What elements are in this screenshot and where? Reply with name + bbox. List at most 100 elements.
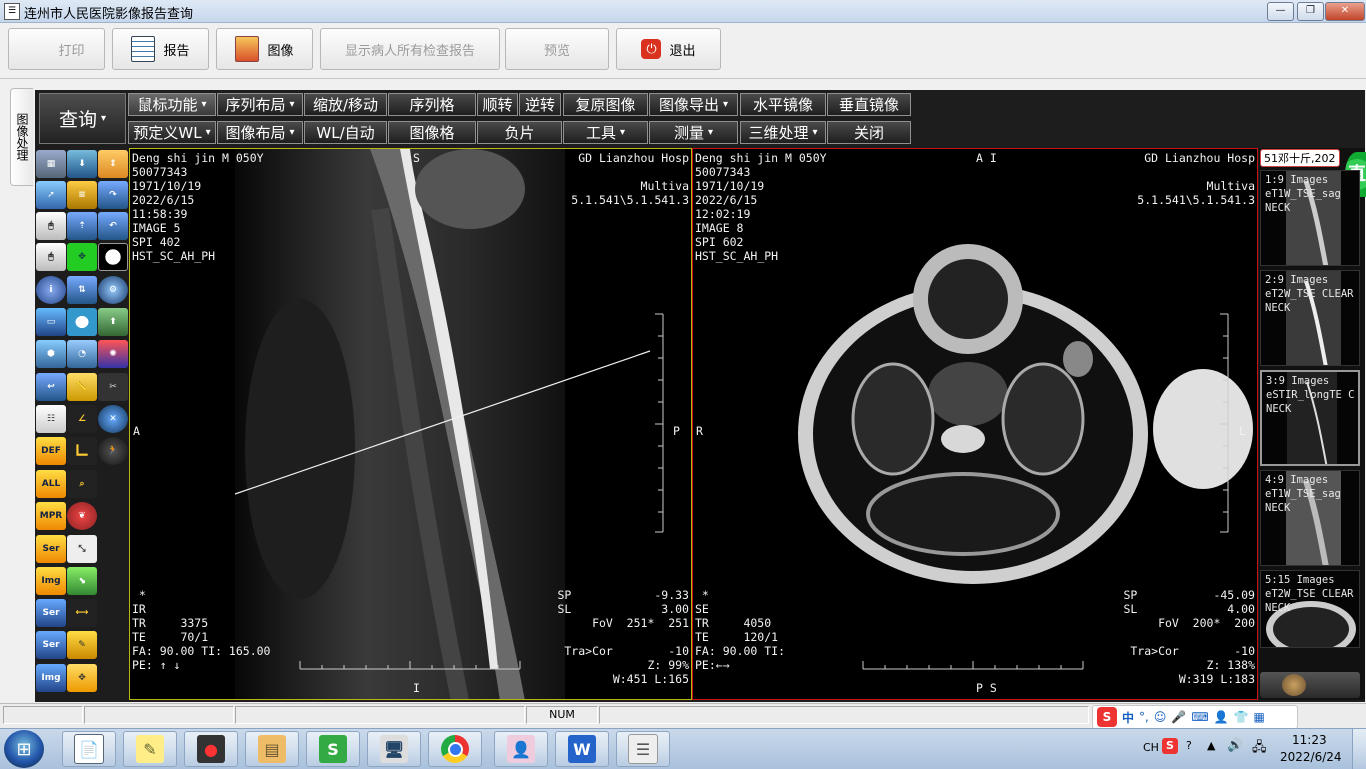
eye-icon[interactable] — [67, 308, 97, 336]
thumbnail-scrollbar[interactable] — [1260, 672, 1360, 698]
export-image-icon[interactable]: ⬆ — [98, 308, 128, 336]
clock-date[interactable]: 2022/6/24 — [1280, 750, 1342, 764]
view-rotate-icon[interactable]: ◔ — [67, 340, 97, 368]
thumbnail-series-3[interactable]: 3:9 Images eSTIR_longTE C NECK — [1260, 370, 1360, 466]
taskbar-app-4[interactable]: ▤ — [245, 731, 299, 767]
taskbar-app-8[interactable]: 👤 — [494, 731, 548, 767]
volume-icon[interactable]: 🔊 — [1227, 738, 1243, 753]
3d-processing-button[interactable]: 三维处理 — [740, 121, 826, 144]
taskbar-app-3[interactable]: ● — [184, 731, 238, 767]
clock-time[interactable]: 11:23 — [1292, 733, 1327, 747]
all-layout-icon[interactable]: ALL — [36, 470, 66, 498]
reset-image-button[interactable]: 复原图像 — [563, 93, 648, 116]
zoom-pan-icon[interactable]: ✥ — [67, 243, 97, 271]
taskbar-app-1[interactable]: 📄 — [62, 731, 116, 767]
vertical-mirror-button[interactable]: 垂直镜像 — [827, 93, 911, 116]
rotate-cw-button[interactable]: 顺转 — [477, 93, 518, 116]
prev-series-icon[interactable]: Ser — [36, 599, 66, 627]
taskbar-app-10[interactable]: ☰ — [616, 731, 670, 767]
minimize-button[interactable]: — — [1267, 2, 1294, 21]
thumbnail-series-1[interactable]: 1:9 Images eT1W_TSE_sag NECK — [1260, 170, 1360, 266]
list-icon[interactable]: ☷ — [36, 405, 66, 433]
close-viewer-button[interactable]: 关闭 — [827, 121, 911, 144]
zoom-pan-button[interactable]: 缩放/移动 — [304, 93, 387, 116]
ime-punctuation[interactable]: °, — [1139, 710, 1149, 724]
move-icon[interactable]: ✥ — [67, 664, 97, 692]
ime-language[interactable]: 中 — [1122, 709, 1134, 726]
delete-icon[interactable]: ✕ — [98, 405, 128, 433]
series-grid-button[interactable]: 序列格 — [388, 93, 476, 116]
cine-icon[interactable]: ⇅ — [67, 276, 97, 304]
updown-arrows-icon[interactable]: ⇕ — [98, 150, 128, 178]
taskbar-wps[interactable]: W — [555, 731, 609, 767]
series-layout-button[interactable]: 序列布局 — [217, 93, 303, 116]
contrast-icon[interactable] — [98, 243, 128, 271]
image-layout-icon[interactable]: Img — [36, 567, 66, 595]
def-layout-icon[interactable]: DEF — [36, 437, 66, 465]
keyboard-icon[interactable]: ⌨ — [1191, 710, 1208, 724]
wl-auto-button[interactable]: WL/自动 — [304, 121, 387, 144]
viewport-sagittal[interactable]: Deng shi jin M 050Y 50077343 1971/10/19 … — [129, 148, 692, 700]
measure-button[interactable]: 测量 — [649, 121, 738, 144]
stack-icon[interactable]: ⇡ — [67, 212, 97, 240]
emoji-icon[interactable]: ☺ — [1154, 710, 1167, 724]
query-menu-button[interactable]: 查询 — [39, 93, 126, 144]
tab-image-processing[interactable]: 图像处理 — [10, 88, 33, 186]
show-desktop-button[interactable] — [1352, 729, 1366, 769]
info-icon[interactable]: i — [36, 276, 66, 304]
language-indicator[interactable]: CH — [1143, 741, 1159, 754]
magnifier-icon[interactable]: ⌕ — [67, 470, 97, 498]
viewport-axial[interactable]: Deng shi jin M 050Y 50077343 1971/10/19 … — [692, 148, 1258, 700]
voice-icon[interactable]: 🎤 — [1171, 710, 1186, 724]
thumbnail-scroll-thumb[interactable] — [1282, 674, 1306, 696]
window-layout-icon[interactable]: ▦ — [36, 150, 66, 178]
back-icon[interactable]: ↩ — [36, 373, 66, 401]
tools-button[interactable]: 工具 — [563, 121, 648, 144]
negative-button[interactable]: 负片 — [477, 121, 562, 144]
patient-selector[interactable]: 51邓十斤,202 — [1260, 149, 1340, 167]
tray-expand-icon[interactable]: ▲ — [1207, 739, 1215, 752]
thumbnail-series-2[interactable]: 2:9 Images eT2W_TSE CLEAR NECK — [1260, 270, 1360, 366]
image-export-button[interactable]: 图像导出 — [649, 93, 738, 116]
mpr-icon[interactable]: MPR — [36, 502, 66, 530]
tray-sogou-icon[interactable]: S — [1162, 738, 1178, 754]
crosshair-icon[interactable]: ⤡ — [67, 535, 97, 563]
cube-icon[interactable]: ⬢ — [36, 340, 66, 368]
report-button[interactable]: 报告 — [112, 28, 209, 70]
volume-render-icon[interactable]: ✺ — [98, 340, 128, 368]
sogou-icon[interactable]: S — [1097, 707, 1117, 727]
taskbar-app-2[interactable]: ✎ — [123, 731, 177, 767]
series-sync-icon[interactable]: ≡ — [67, 181, 97, 209]
preset-wl-button[interactable]: 预定义WL — [128, 121, 216, 144]
series-layout-icon[interactable]: Ser — [36, 535, 66, 563]
mouse-right-icon[interactable]: 🖱 — [36, 243, 66, 271]
close-button[interactable]: ✕ — [1325, 2, 1365, 21]
film-reel-icon[interactable]: ⚙ — [98, 276, 128, 304]
undo-icon[interactable]: ↶ — [98, 212, 128, 240]
start-button[interactable]: ⊞ — [4, 730, 44, 768]
taskbar-app-5[interactable]: S — [306, 731, 360, 767]
print-button[interactable]: 打印 — [8, 28, 105, 70]
ruler-icon[interactable]: 📏 — [67, 373, 97, 401]
rotate-ccw-button[interactable]: 逆转 — [519, 93, 561, 116]
user-icon[interactable]: 👤 — [1214, 710, 1229, 724]
pointer-icon[interactable]: ➚ — [36, 181, 66, 209]
corner-icon[interactable]: ∟ — [67, 437, 97, 465]
image-button[interactable]: 图像 — [216, 28, 313, 70]
thumbnail-series-4[interactable]: 4:9 Images eT1W_TSE_sag NECK — [1260, 470, 1360, 566]
taskbar-app-6[interactable]: 🖥 — [367, 731, 421, 767]
measure-length-icon[interactable]: ⟷ — [67, 599, 97, 627]
image-grid-button[interactable]: 图像格 — [388, 121, 476, 144]
prev-image-icon[interactable]: Img — [36, 664, 66, 692]
arrow-down-right-icon[interactable]: ⬊ — [67, 567, 97, 595]
preview-button[interactable]: 预览 — [505, 28, 609, 70]
angle-icon[interactable]: ∠ — [67, 405, 97, 433]
show-all-reports-button[interactable]: 显示病人所有检查报告 — [320, 28, 500, 70]
image-layout-button[interactable]: 图像布局 — [217, 121, 303, 144]
heart-3d-icon[interactable]: ❦ — [67, 502, 97, 530]
maximize-button[interactable]: ❐ — [1297, 2, 1324, 21]
mouse-icon[interactable]: 🖱 — [36, 212, 66, 240]
run-icon[interactable]: 🏃 — [98, 437, 128, 465]
thumbnail-series-5[interactable]: 5:15 Images eT2W_TSE CLEAR NECK — [1260, 570, 1360, 648]
network-icon[interactable]: 🖧 — [1252, 738, 1267, 760]
